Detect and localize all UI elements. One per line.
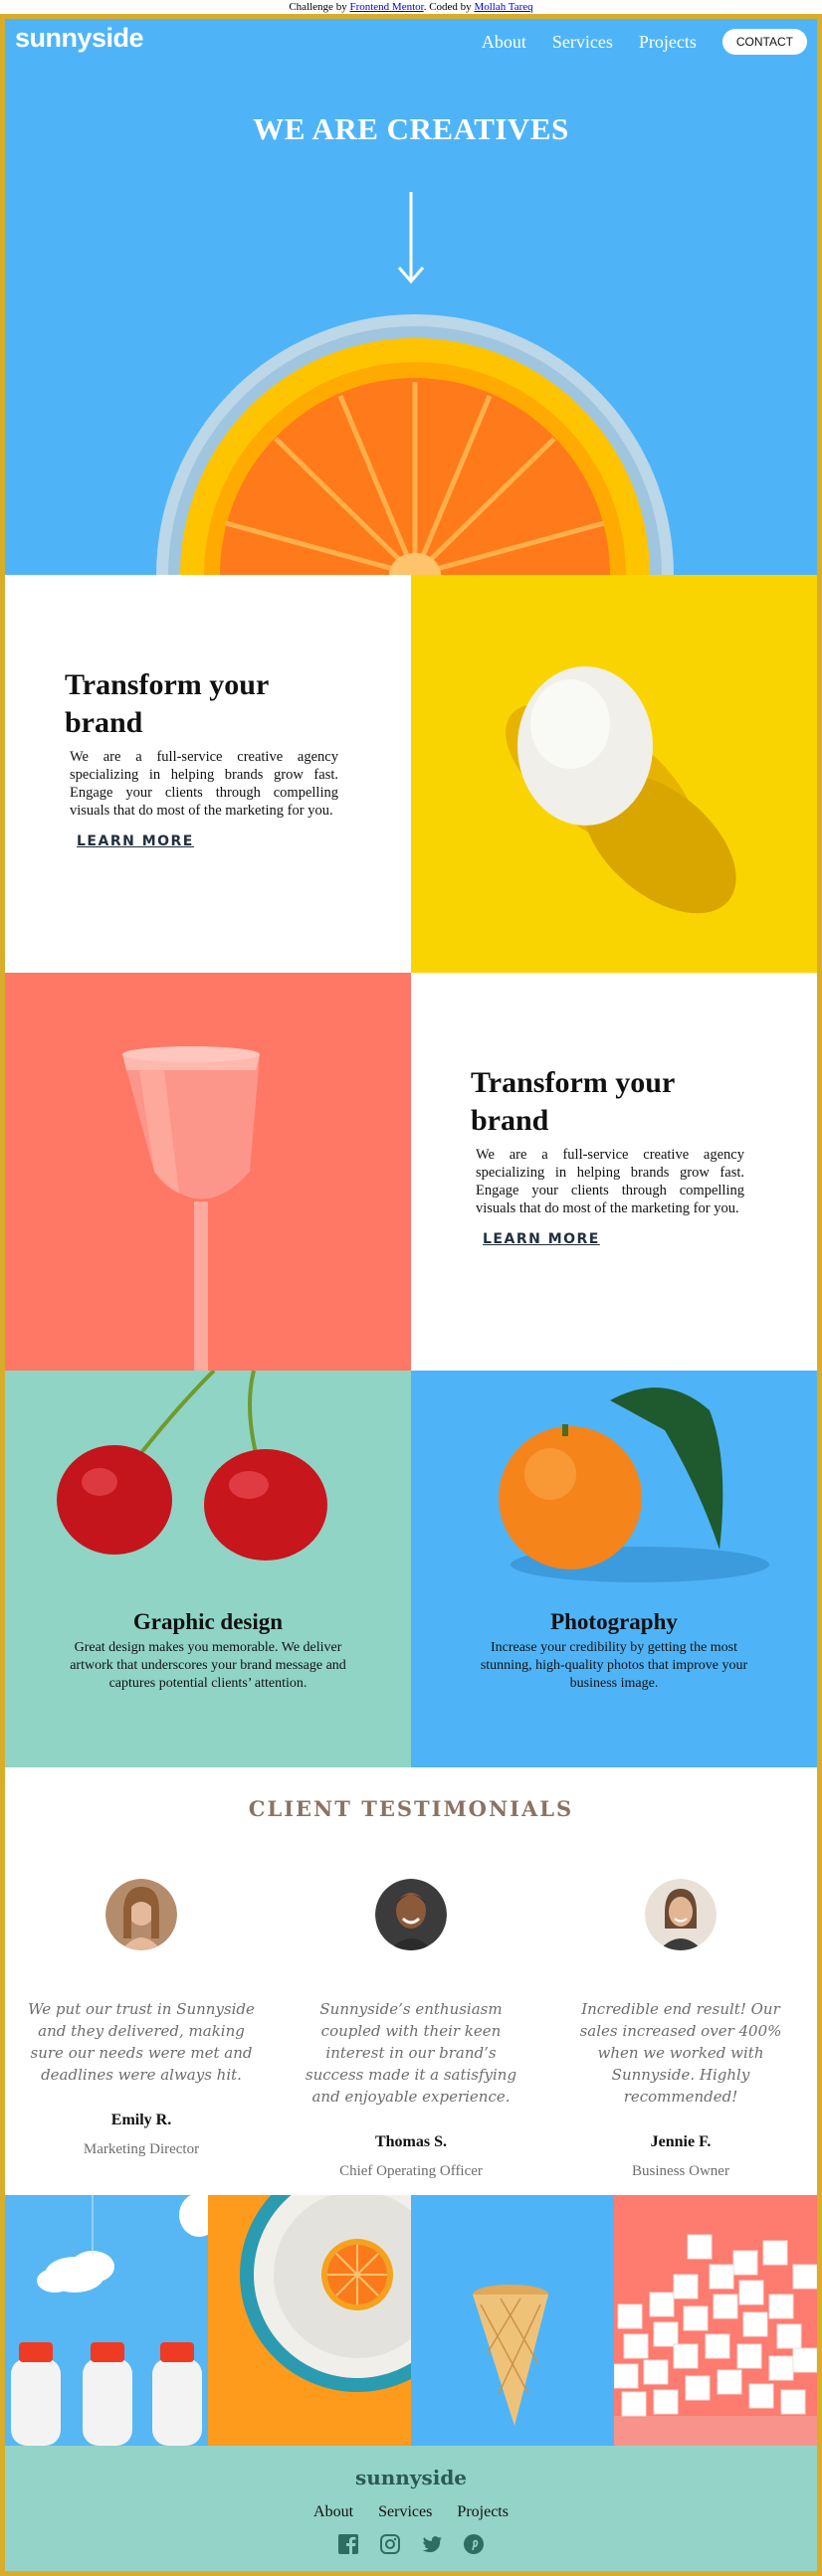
- testimonial-quote: Sunnyside’s enthusiasm coupled with thei…: [305, 2000, 517, 2106]
- cup-image: [5, 973, 411, 1371]
- testimonial-card: Incredible end result! Our sales increas…: [566, 1879, 795, 2180]
- nav-services[interactable]: Services: [552, 32, 613, 53]
- footer-nav-services[interactable]: Services: [378, 2503, 432, 2520]
- attribution: Challenge by Frontend Mentor. Coded by M…: [0, 0, 822, 14]
- learn-more-button[interactable]: LEARN MORE: [71, 833, 200, 852]
- gallery-milk-bottles-image: [5, 2195, 208, 2446]
- footer-nav-projects[interactable]: Projects: [457, 2503, 509, 2520]
- facebook-icon[interactable]: [337, 2533, 359, 2555]
- service-body: Great design makes you memorable. We del…: [70, 1640, 346, 1691]
- testimonial-name: Jennie F.: [650, 2133, 712, 2150]
- feature-title: Transform your brand: [65, 668, 269, 739]
- gallery-sugar-cubes-image: [614, 2195, 817, 2446]
- gallery-ice-cream-cone-image: [411, 2195, 614, 2446]
- avatar: [645, 1879, 717, 1950]
- service-body: Increase your credibility by getting the…: [480, 1640, 748, 1691]
- twitter-icon[interactable]: [421, 2533, 443, 2555]
- instagram-icon[interactable]: [379, 2533, 401, 2555]
- gallery: [5, 2195, 817, 2446]
- contact-button[interactable]: CONTACT: [721, 29, 807, 55]
- service-title: Graphic design: [132, 1609, 284, 1634]
- testimonials-section: CLIENT TESTIMONIALS We put our trust in …: [5, 1767, 817, 2195]
- testimonial-quote: Incredible end result! Our sales increas…: [579, 2000, 782, 2106]
- hero-orange-image: [156, 314, 674, 575]
- feature-brand-text-2: Transform your brand We are a full-servi…: [411, 973, 817, 1371]
- footer-nav: About Services Projects: [5, 2501, 817, 2521]
- nav-about[interactable]: About: [482, 32, 526, 53]
- footer-nav-about[interactable]: About: [313, 2503, 353, 2520]
- cherries-image: [57, 1371, 327, 1561]
- learn-more-button[interactable]: LEARN MORE: [477, 1231, 606, 1250]
- testimonial-card: We put our trust in Sunnyside and they d…: [27, 1879, 256, 2158]
- testimonial-role: Chief Operating Officer: [339, 2163, 483, 2179]
- nav-projects[interactable]: Projects: [639, 32, 697, 53]
- service-graphic-design: Graphic design Great design makes you me…: [5, 1371, 411, 1768]
- footer-logo[interactable]: sunnyside: [5, 2466, 817, 2489]
- testimonials-title: CLIENT TESTIMONIALS: [248, 1796, 574, 1821]
- attribution-prefix: Challenge by: [289, 1, 350, 13]
- feature-body: We are a full-service creative agency sp…: [476, 1147, 744, 1216]
- feature-body: We are a full-service creative agency sp…: [70, 749, 338, 819]
- egg-image: [411, 575, 817, 973]
- testimonial-role: Business Owner: [632, 2163, 729, 2179]
- main-nav: About Services Projects CONTACT: [482, 29, 807, 55]
- testimonial-name: Emily R.: [110, 2112, 172, 2128]
- page-content: sunnyside About Services Projects CONTAC…: [5, 19, 817, 2571]
- testimonial-role: Marketing Director: [83, 2141, 200, 2157]
- frontend-mentor-link[interactable]: Frontend Mentor: [349, 1, 423, 13]
- gallery-orange-plate-image: [208, 2195, 411, 2446]
- footer: sunnyside About Services Projects: [5, 2446, 817, 2571]
- feature-brand-text: Transform your brand We are a full-servi…: [5, 575, 411, 973]
- author-link[interactable]: Mollah Tareq: [474, 1, 532, 13]
- hero-section: sunnyside About Services Projects CONTAC…: [5, 19, 817, 575]
- testimonial-quote: We put our trust in Sunnyside and they d…: [28, 2000, 255, 2084]
- logo[interactable]: sunnyside: [15, 23, 144, 54]
- testimonial-name: Thomas S.: [374, 2133, 448, 2150]
- hero-title: WE ARE CREATIVES: [253, 111, 569, 146]
- pinterest-icon[interactable]: [463, 2533, 485, 2555]
- arrow-down-icon[interactable]: [396, 190, 426, 285]
- avatar: [105, 1879, 177, 1950]
- attribution-middle: . Coded by: [423, 1, 475, 13]
- service-title: Photography: [550, 1609, 678, 1634]
- service-photography: Photography Increase your credibility by…: [411, 1371, 817, 1768]
- social-links: [5, 2533, 817, 2555]
- feature-title: Transform your brand: [471, 1066, 675, 1137]
- avatar: [375, 1879, 447, 1950]
- orange-image: [499, 1387, 769, 1582]
- testimonial-card: Sunnyside’s enthusiasm coupled with thei…: [297, 1879, 525, 2180]
